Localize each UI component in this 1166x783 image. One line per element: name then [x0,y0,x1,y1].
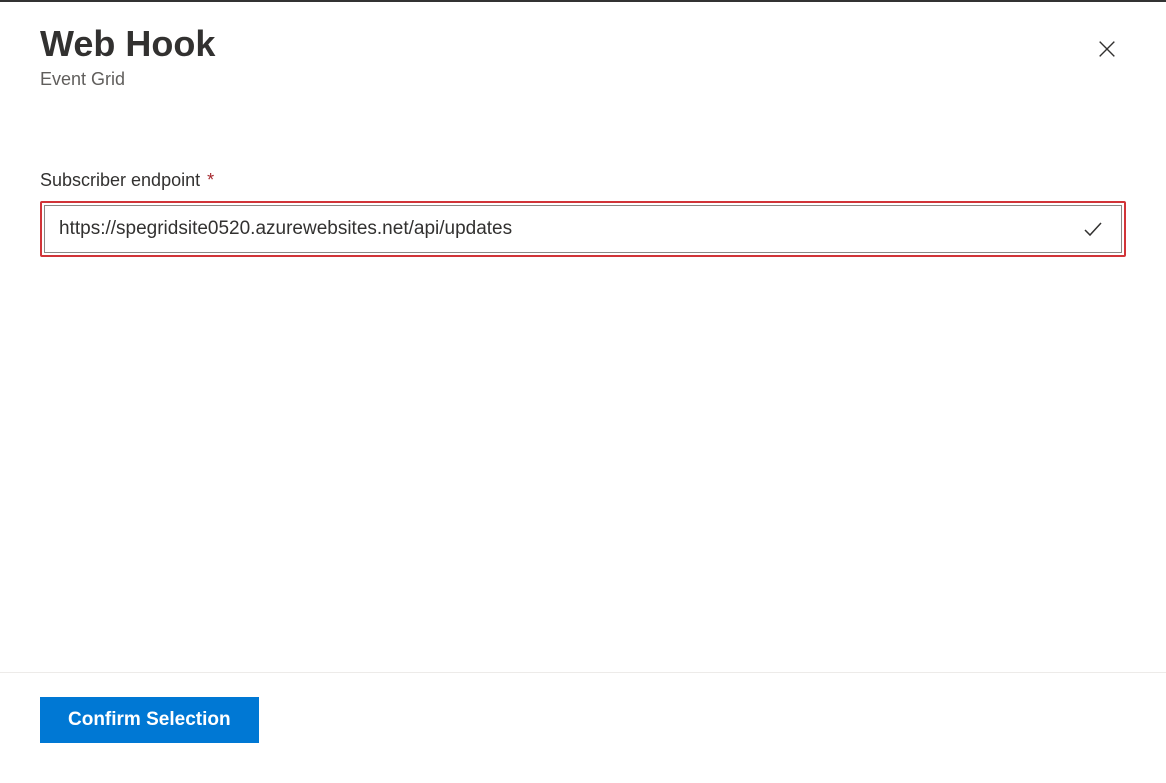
subscriber-endpoint-input[interactable] [45,206,1065,252]
header-text-group: Web Hook Event Grid [40,22,215,90]
blade-subtitle: Event Grid [40,69,215,90]
endpoint-label-text: Subscriber endpoint [40,170,200,190]
close-button[interactable] [1088,30,1126,68]
form-section: Subscriber endpoint * [40,170,1126,672]
endpoint-input-wrapper [40,201,1126,257]
confirm-selection-button[interactable]: Confirm Selection [40,697,259,743]
blade-footer: Confirm Selection [0,672,1166,783]
validation-check-icon [1065,217,1121,241]
blade-title: Web Hook [40,22,215,65]
blade-header: Web Hook Event Grid [40,22,1126,90]
required-marker: * [207,170,214,190]
webhook-blade: Web Hook Event Grid Subscriber endpoint … [0,2,1166,783]
endpoint-input-inner [44,205,1122,253]
endpoint-label: Subscriber endpoint * [40,170,1126,191]
close-icon [1096,38,1118,60]
